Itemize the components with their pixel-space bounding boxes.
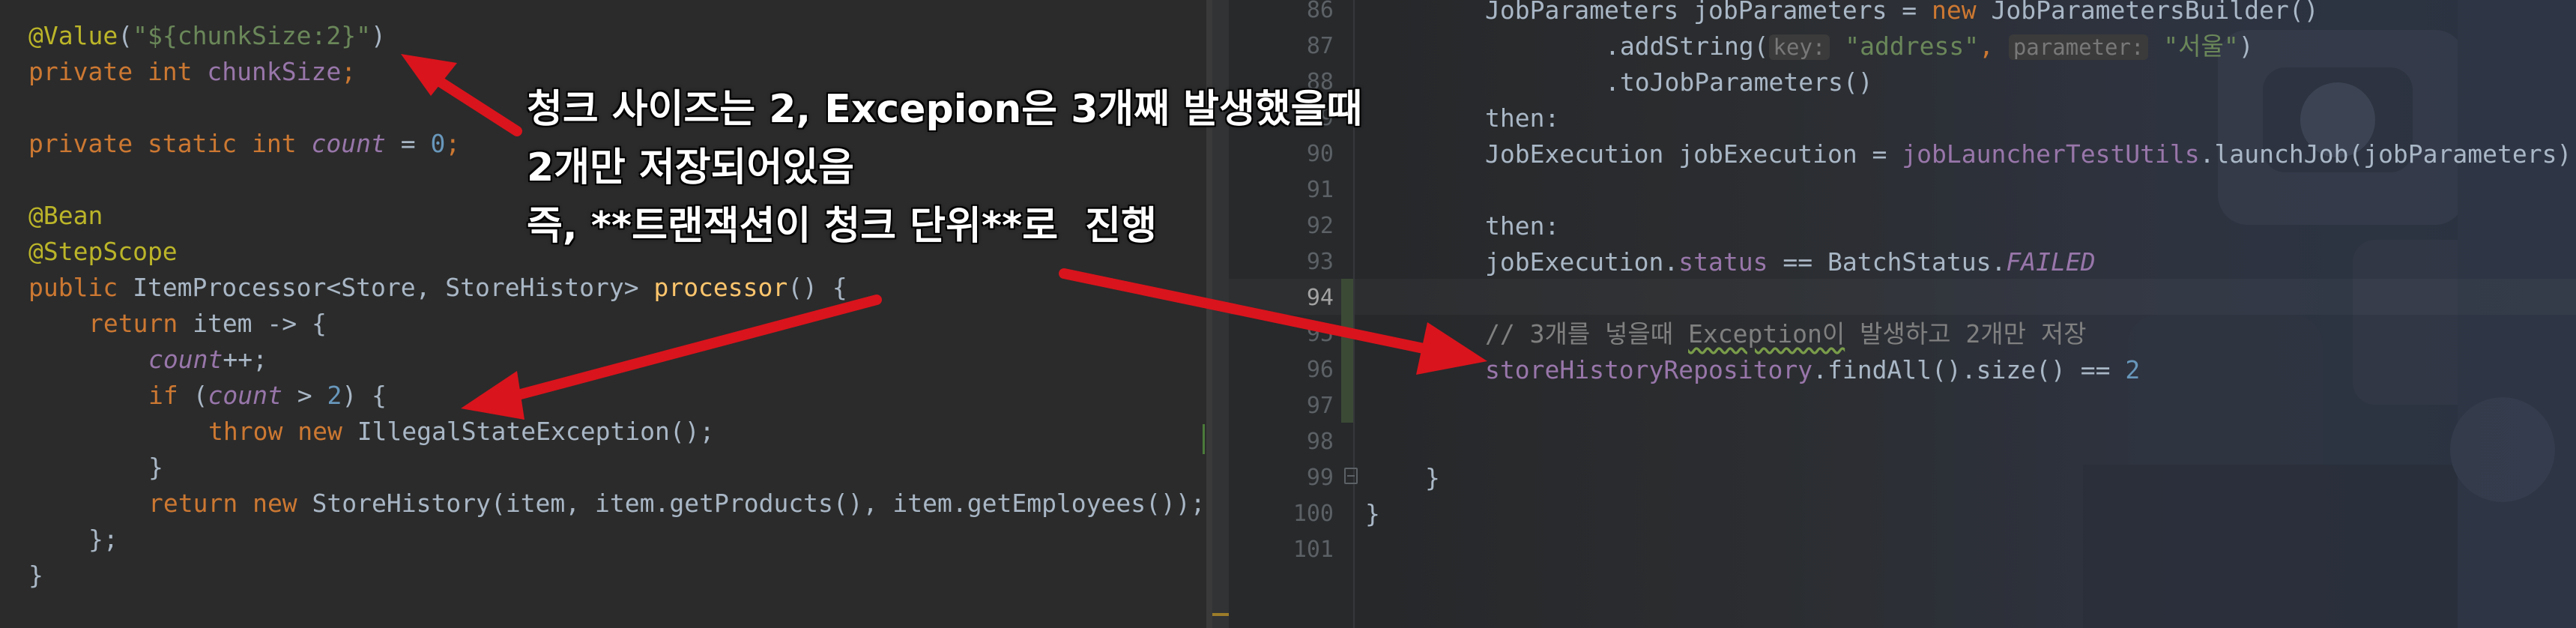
code-line-chunksize-field: private int chunkSize;: [28, 57, 357, 86]
annotation-line-2: 2개만 저장되어있음: [526, 145, 855, 191]
current-line-highlight: [1229, 279, 2576, 315]
code-line-class-close: }: [1365, 499, 1380, 528]
line-number: 96: [1306, 357, 1334, 383]
screenshot-stage: @Value("${chunkSize:2}") private int chu…: [0, 0, 2576, 628]
code-line-value-annotation: @Value("${chunkSize:2}"): [28, 21, 386, 50]
line-number: 87: [1306, 33, 1334, 59]
line-number: 101: [1292, 537, 1334, 563]
fold-toggle-icon[interactable]: [1344, 468, 1358, 484]
code-line-count-field: private static int count = 0;: [28, 129, 461, 158]
code-line-size-check: storeHistoryRepository.findAll().size() …: [1485, 355, 2141, 384]
line-number: 93: [1306, 249, 1334, 275]
change-marker: [1203, 424, 1205, 454]
code-line-method-close: }: [28, 561, 43, 590]
code-line-if-close: }: [148, 453, 163, 482]
code-line-status-check: jobExecution.status == BatchStatus.FAILE…: [1485, 247, 2096, 277]
code-line-bean-annotation: @Bean: [28, 201, 103, 230]
code-line-add-string: .addString(key: "address", parameter: "서…: [1605, 31, 2254, 61]
line-number: 98: [1306, 429, 1334, 455]
code-line-throw: throw new IllegalStateException();: [208, 417, 715, 446]
parameter-hint-key: key:: [1768, 34, 1830, 60]
parameter-hint-parameter: parameter:: [2008, 34, 2149, 60]
line-number: 92: [1306, 213, 1334, 239]
code-line-return-lambda: return item -> {: [88, 309, 327, 338]
line-number: 100: [1292, 501, 1334, 527]
line-number: 91: [1306, 177, 1334, 203]
code-line-comment: // 3개를 넣을때 Exception이 발생하고 2개만 저장: [1485, 319, 2087, 348]
annotation-line-1: 청크 사이즈는 2, Excepion은 3개째 발생했을때: [526, 86, 1363, 133]
code-line-processor-signature: public ItemProcessor<Store, StoreHistory…: [28, 273, 847, 302]
code-line-return-storehistory: return new StoreHistory(item, item.getPr…: [148, 489, 1206, 518]
code-line-then-label-1: then:: [1485, 103, 1560, 133]
split-divider-marker: [1212, 613, 1229, 616]
vcs-modified-marker: [1341, 279, 1353, 423]
code-line-then-label-2: then:: [1485, 211, 1560, 241]
code-line-lambda-close: };: [88, 525, 118, 554]
code-line-job-parameters: JobParameters jobParameters = new JobPar…: [1485, 0, 2319, 25]
line-number: 97: [1306, 393, 1334, 419]
annotation-line-3: 즉, **트랜잭션이 청크 단위**로 진행: [526, 203, 1158, 250]
line-number: 95: [1306, 321, 1334, 347]
line-number-current: 94: [1306, 285, 1334, 311]
code-line-to-job-parameters: .toJobParameters(): [1605, 67, 1873, 97]
line-number: 99: [1306, 465, 1334, 491]
line-number: 90: [1306, 141, 1334, 167]
code-line-block-close: }: [1425, 463, 1440, 492]
code-line-if-condition: if (count > 2) {: [148, 381, 387, 410]
code-line-launch-job: JobExecution jobExecution = jobLauncherT…: [1485, 139, 2572, 169]
code-line-stepscope-annotation: @StepScope: [28, 237, 178, 266]
line-number: 86: [1306, 0, 1334, 23]
code-line-count-increment: count++;: [148, 345, 267, 374]
